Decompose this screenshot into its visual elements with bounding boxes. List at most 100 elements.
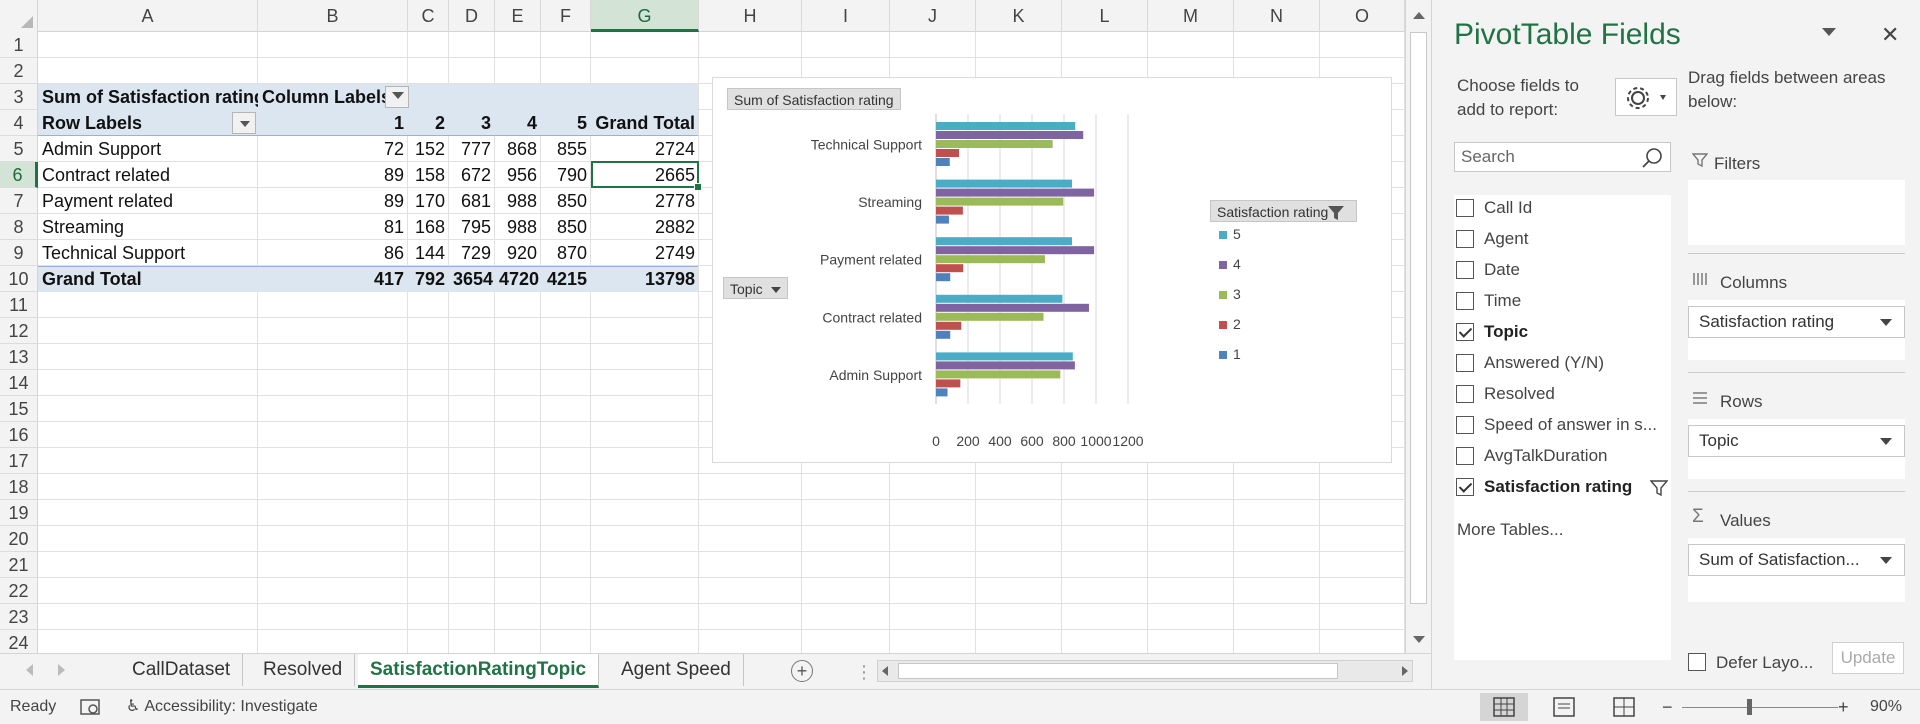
sheet-tab[interactable]: Agent Speed [609, 654, 744, 686]
accessibility-status[interactable]: ♿ Accessibility: Investigate [126, 690, 318, 724]
row-labels-filter-button[interactable] [232, 112, 256, 134]
field-item[interactable]: Date [1454, 257, 1671, 287]
new-sheet-icon[interactable]: + [791, 660, 813, 682]
pivot-column-header[interactable]: 4 [495, 110, 541, 136]
pivot-row-label[interactable]: Technical Support [38, 240, 258, 266]
zoom-in-button[interactable]: + [1838, 690, 1849, 724]
column-header-G[interactable]: G [591, 0, 699, 32]
pivot-grand-total-value[interactable]: 4215 [541, 266, 591, 292]
row-header-18[interactable]: 18 [0, 474, 38, 500]
column-header-B[interactable]: B [258, 0, 408, 32]
filters-drop-zone[interactable] [1688, 180, 1905, 245]
field-checkbox[interactable] [1456, 230, 1474, 248]
column-header-D[interactable]: D [449, 0, 495, 32]
pivot-value-cell[interactable]: 170 [408, 188, 449, 214]
row-header-8[interactable]: 8 [0, 214, 38, 240]
field-checkbox[interactable] [1456, 416, 1474, 434]
column-header-N[interactable]: N [1234, 0, 1320, 32]
field-checkbox[interactable] [1456, 354, 1474, 372]
sheet-tab[interactable]: CallDataset [120, 654, 244, 686]
pane-options-chevron-icon[interactable] [1822, 28, 1836, 36]
field-item[interactable]: Satisfaction rating [1454, 474, 1671, 504]
field-list-settings-button[interactable] [1615, 78, 1677, 116]
scroll-right-icon[interactable] [1402, 666, 1408, 676]
values-field-item[interactable]: Sum of Satisfaction... [1688, 544, 1905, 576]
row-header-13[interactable]: 13 [0, 344, 38, 370]
pivot-sum-label[interactable]: Sum of Satisfaction rating [38, 84, 258, 110]
field-list[interactable]: Call Id Agent Date Time Topic Answered (Y/N) R… [1454, 195, 1671, 660]
row-header-24[interactable]: 24 [0, 630, 38, 653]
field-checkbox[interactable] [1456, 292, 1474, 310]
field-checkbox[interactable] [1456, 261, 1474, 279]
field-item[interactable]: Resolved [1454, 381, 1671, 411]
row-header-3[interactable]: 3 [0, 84, 38, 110]
horizontal-scroll-thumb[interactable] [898, 663, 1338, 679]
column-header-K[interactable]: K [976, 0, 1062, 32]
vertical-scrollbar[interactable] [1405, 0, 1431, 653]
row-header-20[interactable]: 20 [0, 526, 38, 552]
pivot-value-cell[interactable]: 920 [495, 240, 541, 266]
scroll-left-icon[interactable] [882, 666, 888, 676]
pivot-row-label[interactable]: Payment related [38, 188, 258, 214]
tab-scroll-left-icon[interactable] [26, 664, 33, 676]
columns-field-item[interactable]: Satisfaction rating [1688, 306, 1905, 338]
pivot-value-cell[interactable]: 168 [408, 214, 449, 240]
pivot-value-cell[interactable]: 790 [541, 162, 591, 188]
pivot-value-cell[interactable]: 795 [449, 214, 495, 240]
column-header-A[interactable]: A [38, 0, 258, 32]
pivot-column-header[interactable]: Grand Total [591, 110, 699, 136]
pivot-value-cell[interactable]: 672 [449, 162, 495, 188]
row-header-6[interactable]: 6 [0, 162, 38, 188]
row-header-11[interactable]: 11 [0, 292, 38, 318]
row-header-21[interactable]: 21 [0, 552, 38, 578]
close-icon[interactable]: ✕ [1881, 22, 1899, 48]
field-checkbox[interactable] [1456, 478, 1474, 496]
field-checkbox[interactable] [1456, 385, 1474, 403]
tab-splitter-icon[interactable]: ⋮ [855, 662, 873, 683]
column-header-I[interactable]: I [802, 0, 890, 32]
pivot-grand-total-value[interactable]: 13798 [591, 266, 699, 292]
row-header-15[interactable]: 15 [0, 396, 38, 422]
select-all-corner[interactable] [0, 0, 38, 32]
pivot-row-label[interactable]: Streaming [38, 214, 258, 240]
pivot-value-cell[interactable]: 2882 [591, 214, 699, 240]
field-item[interactable]: Answered (Y/N) [1454, 350, 1671, 380]
pivot-column-header[interactable]: 2 [408, 110, 449, 136]
pivot-grand-total-value[interactable]: 417 [258, 266, 408, 292]
row-header-10[interactable]: 10 [0, 266, 38, 292]
pivot-value-cell[interactable]: 86 [258, 240, 408, 266]
pivot-chart[interactable]: Sum of Satisfaction rating Topic Satisfa… [712, 77, 1392, 463]
pivot-value-cell[interactable]: 2778 [591, 188, 699, 214]
vertical-scroll-thumb[interactable] [1410, 32, 1427, 604]
pivot-value-cell[interactable]: 988 [495, 214, 541, 240]
zoom-slider-thumb[interactable] [1747, 699, 1752, 715]
row-header-1[interactable]: 1 [0, 32, 38, 58]
field-checkbox[interactable] [1456, 447, 1474, 465]
pivot-grand-total-value[interactable]: 4720 [495, 266, 541, 292]
column-labels-filter-button[interactable] [385, 86, 409, 108]
column-header-E[interactable]: E [495, 0, 541, 32]
pivot-value-cell[interactable]: 89 [258, 188, 408, 214]
field-checkbox[interactable] [1456, 199, 1474, 217]
pivot-value-cell[interactable]: 144 [408, 240, 449, 266]
active-cell-G6[interactable] [591, 161, 702, 191]
rows-field-item[interactable]: Topic [1688, 425, 1905, 457]
column-header-H[interactable]: H [699, 0, 802, 32]
pivot-value-cell[interactable]: 988 [495, 188, 541, 214]
pivot-value-cell[interactable]: 72 [258, 136, 408, 162]
more-tables-link[interactable]: More Tables... [1457, 520, 1563, 540]
pivot-value-cell[interactable]: 89 [258, 162, 408, 188]
normal-view-button[interactable] [1480, 693, 1528, 721]
field-checkbox[interactable] [1456, 323, 1474, 341]
pivot-row-label[interactable]: Contract related [38, 162, 258, 188]
tab-scroll-right-icon[interactable] [58, 664, 65, 676]
pivot-value-cell[interactable]: 2724 [591, 136, 699, 162]
macro-record-icon[interactable] [80, 690, 102, 724]
column-header-F[interactable]: F [541, 0, 591, 32]
field-item[interactable]: AvgTalkDuration [1454, 443, 1671, 473]
defer-layout-option[interactable]: Defer Layo... [1688, 650, 1813, 673]
pivot-value-cell[interactable]: 152 [408, 136, 449, 162]
pivot-row-labels[interactable]: Row Labels [38, 110, 238, 136]
column-header-C[interactable]: C [408, 0, 449, 32]
row-header-23[interactable]: 23 [0, 604, 38, 630]
